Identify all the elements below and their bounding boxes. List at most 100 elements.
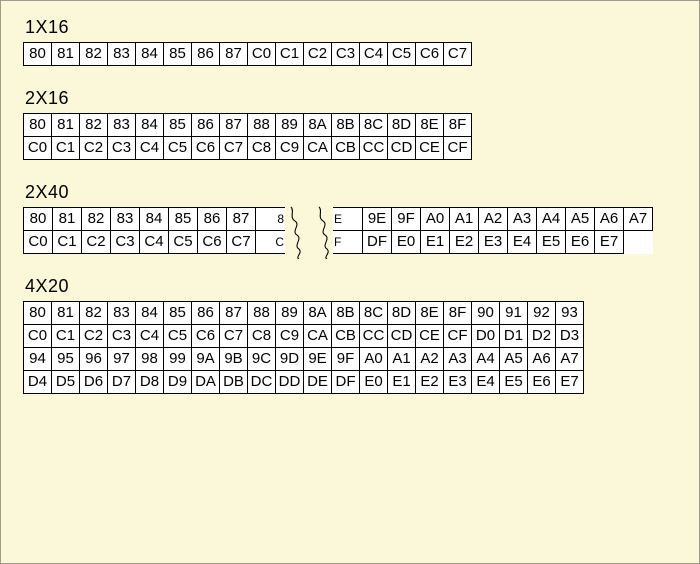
address-cell: 99 <box>164 348 192 371</box>
address-cell: A0 <box>421 208 450 231</box>
address-cell: E2 <box>416 371 444 394</box>
address-cell: 87 <box>220 43 248 66</box>
address-cell: 85 <box>164 302 192 325</box>
address-cell: C0 <box>24 325 52 348</box>
block-title: 1X16 <box>25 17 681 38</box>
address-cell: A1 <box>388 348 416 371</box>
address-cell: C6 <box>198 231 227 254</box>
layout-block: 4X20 808182838485868788898A8B8C8D8E8F9091… <box>23 276 681 394</box>
address-cell: 82 <box>80 114 108 137</box>
address-cell: C7 <box>227 231 256 254</box>
address-cell: CC <box>360 325 388 348</box>
address-cell: C7 <box>220 325 248 348</box>
address-cell: 8E <box>416 114 444 137</box>
address-cell: 86 <box>192 43 220 66</box>
address-cell: C2 <box>82 231 111 254</box>
address-cell: CE <box>416 137 444 160</box>
address-cell: C3 <box>332 43 360 66</box>
address-cell: 8 <box>256 208 287 231</box>
address-cell: 9F <box>392 208 421 231</box>
address-cell: 82 <box>82 208 111 231</box>
address-cell: E7 <box>595 231 624 254</box>
table-row: 80818283848586878 <box>24 208 287 231</box>
address-cell: DF <box>332 371 360 394</box>
address-cell: C0 <box>248 43 276 66</box>
address-cell: A5 <box>500 348 528 371</box>
address-cell: D1 <box>500 325 528 348</box>
address-cell: 93 <box>556 302 584 325</box>
address-cell: C1 <box>276 43 304 66</box>
table-row: C0C1C2C3C4C5C6C7C8C9CACBCCCDCECFD0D1D2D3 <box>24 325 584 348</box>
block-title: 4X20 <box>25 276 681 297</box>
address-cell: DB <box>220 371 248 394</box>
address-cell: F <box>332 231 363 254</box>
address-cell: A0 <box>360 348 388 371</box>
address-cell: E0 <box>360 371 388 394</box>
address-cell: CF <box>444 325 472 348</box>
address-cell: DE <box>304 371 332 394</box>
address-cell: 80 <box>24 208 53 231</box>
address-cell: 83 <box>111 208 140 231</box>
table-row: 808182838485868788898A8B8C8D8E8F <box>24 114 472 137</box>
address-cell: C5 <box>169 231 198 254</box>
address-cell: 89 <box>276 114 304 137</box>
address-table: 80818283848586878C0C1C2C3C4C5C6C7C <box>23 207 287 254</box>
address-cell: CB <box>332 137 360 160</box>
address-cell: E6 <box>528 371 556 394</box>
address-cell: C1 <box>53 231 82 254</box>
address-cell: E3 <box>479 231 508 254</box>
address-cell: 81 <box>52 43 80 66</box>
address-cell: 84 <box>136 43 164 66</box>
address-cell: 81 <box>52 302 80 325</box>
address-cell: A4 <box>472 348 500 371</box>
address-cell: C6 <box>416 43 444 66</box>
address-cell: A1 <box>450 208 479 231</box>
address-cell: D6 <box>80 371 108 394</box>
address-cell: E2 <box>450 231 479 254</box>
address-cell: 95 <box>52 348 80 371</box>
address-cell: C9 <box>276 137 304 160</box>
address-cell: 80 <box>24 43 52 66</box>
address-cell: 8C <box>360 302 388 325</box>
address-cell: C2 <box>304 43 332 66</box>
address-cell: E4 <box>508 231 537 254</box>
table-row: FDFE0E1E2E3E4E5E6E7 <box>332 231 653 254</box>
address-cell: 8A <box>304 114 332 137</box>
address-cell: D0 <box>472 325 500 348</box>
address-cell: 8E <box>416 302 444 325</box>
block-title: 2X40 <box>25 182 681 203</box>
address-cell: 8F <box>444 302 472 325</box>
address-cell: C1 <box>52 137 80 160</box>
address-cell: C2 <box>80 325 108 348</box>
address-cell: A2 <box>416 348 444 371</box>
address-cell: C1 <box>52 325 80 348</box>
address-cell: D9 <box>164 371 192 394</box>
table-row: E9E9FA0A1A2A3A4A5A6A7 <box>332 208 653 231</box>
table-row: C0C1C2C3C4C5C6C7C8C9CACBCCCDCECF <box>24 137 472 160</box>
layout-block: 2X4080818283848586878C0C1C2C3C4C5C6C7CE9… <box>23 182 681 254</box>
address-cell: CE <box>416 325 444 348</box>
address-cell: 94 <box>24 348 52 371</box>
address-cell: A2 <box>479 208 508 231</box>
address-cell: 9B <box>220 348 248 371</box>
address-cell: 96 <box>80 348 108 371</box>
address-cell: 97 <box>108 348 136 371</box>
diagram-page: 1X168081828384858687C0C1C2C3C4C5C6C72X16… <box>0 0 700 564</box>
address-cell: C3 <box>111 231 140 254</box>
address-cell: E1 <box>421 231 450 254</box>
address-cell: A6 <box>595 208 624 231</box>
address-cell: 8D <box>388 302 416 325</box>
address-cell: E7 <box>556 371 584 394</box>
address-cell: C5 <box>388 43 416 66</box>
address-cell: 83 <box>108 114 136 137</box>
address-cell: 87 <box>220 114 248 137</box>
address-cell: 81 <box>53 208 82 231</box>
address-cell: 8B <box>332 302 360 325</box>
address-cell: A6 <box>528 348 556 371</box>
address-cell: 85 <box>169 208 198 231</box>
address-cell: D3 <box>556 325 584 348</box>
address-cell: C0 <box>24 137 52 160</box>
address-cell: 90 <box>472 302 500 325</box>
address-cell: CB <box>332 325 360 348</box>
table-row: 808182838485868788898A8B8C8D8E8F90919293 <box>24 302 584 325</box>
